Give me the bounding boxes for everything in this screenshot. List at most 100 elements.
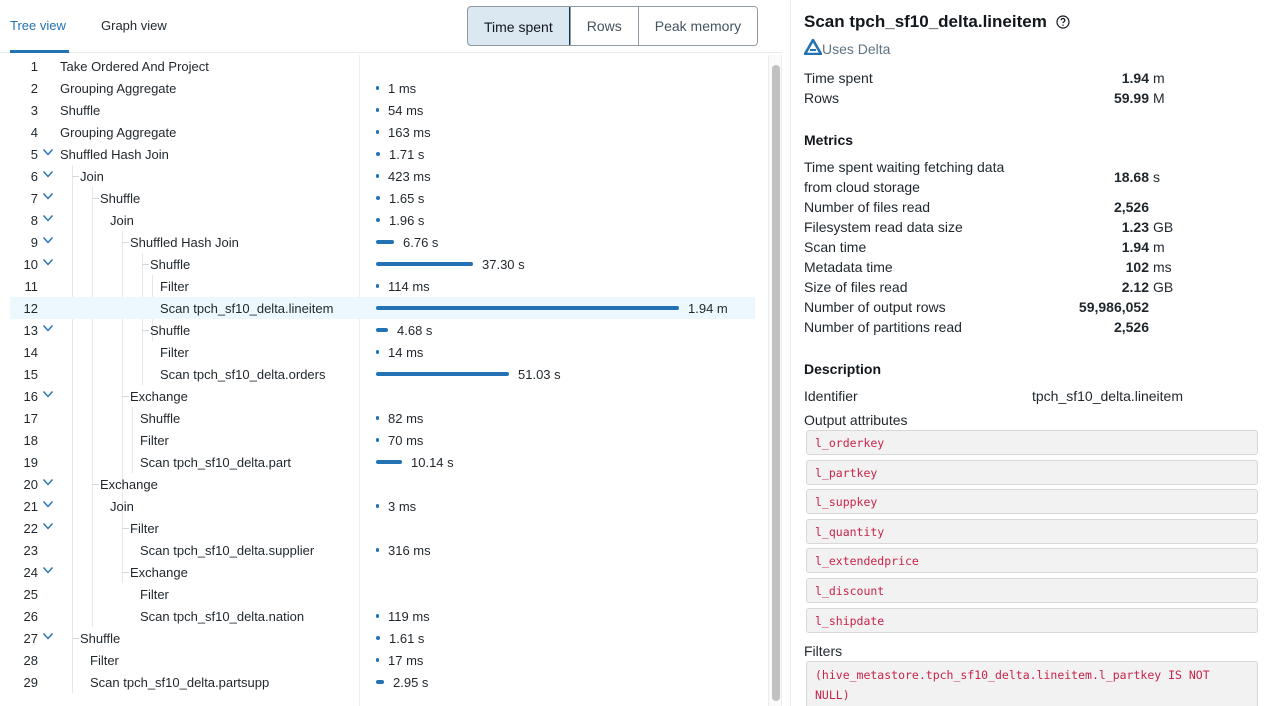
- tree-connector: [72, 176, 79, 177]
- output-attribute: l_quantity: [806, 518, 1258, 544]
- time-bar: [376, 350, 379, 354]
- tree-row[interactable]: 4 Grouping Aggregate 163 ms: [10, 121, 755, 143]
- filters-value: (hive_metastore.tpch_sf10_delta.lineitem…: [806, 661, 1258, 706]
- time-bar: [376, 284, 379, 288]
- node-label: Filter: [90, 653, 119, 668]
- tree-row[interactable]: 7 Shuffle 1.65 s: [10, 187, 755, 209]
- chevron-down-icon[interactable]: [42, 322, 56, 336]
- tree-row[interactable]: 18 Filter 70 ms: [10, 429, 755, 451]
- node-label: Filter: [160, 279, 189, 294]
- chevron-down-icon[interactable]: [42, 564, 56, 578]
- tree-row[interactable]: 6 Join 423 ms: [10, 165, 755, 187]
- chevron-down-icon[interactable]: [42, 520, 56, 534]
- time-value: 51.03 s: [518, 367, 561, 382]
- row-number: 4: [30, 125, 38, 140]
- metric-value: 59,986,052: [1078, 299, 1149, 315]
- output-attribute: l_extendedprice: [806, 548, 1258, 574]
- tree-row[interactable]: 24 Exchange: [10, 561, 755, 583]
- metric-label: Metadata time: [804, 259, 893, 275]
- tree-row[interactable]: 5 Shuffled Hash Join 1.71 s: [10, 143, 755, 165]
- time-bar: [376, 636, 380, 640]
- time-value: 70 ms: [388, 433, 424, 448]
- chevron-down-icon[interactable]: [42, 212, 56, 226]
- node-label: Shuffle: [150, 257, 191, 272]
- tree-row[interactable]: 19 Scan tpch_sf10_delta.part 10.14 s: [10, 451, 755, 473]
- detail-panel: Scan tpch_sf10_delta.lineitem Uses Delta…: [790, 0, 1270, 706]
- tree-row[interactable]: 21 Join 3 ms: [10, 495, 755, 517]
- chevron-down-icon[interactable]: [42, 476, 56, 490]
- node-label: Shuffle: [60, 103, 101, 118]
- node-label: Scan tpch_sf10_delta.supplier: [140, 543, 315, 558]
- view-tabs: Tree view Graph view Time spent Rows Pea…: [0, 0, 782, 53]
- scrollbar-thumb[interactable]: [772, 65, 780, 701]
- chevron-down-icon[interactable]: [42, 256, 56, 270]
- tree-row[interactable]: 17 Shuffle 82 ms: [10, 407, 755, 429]
- time-value: 316 ms: [388, 543, 431, 558]
- time-spent-toggle[interactable]: Time spent: [468, 7, 570, 45]
- rows-toggle[interactable]: Rows: [569, 7, 638, 45]
- tree-row[interactable]: 11 Filter 114 ms: [10, 275, 755, 297]
- metric-row: Metadata time 102 ms: [804, 257, 1194, 277]
- tree-row[interactable]: 14 Filter 14 ms: [10, 341, 755, 363]
- tree-connector: [122, 396, 129, 397]
- chevron-down-icon[interactable]: [42, 388, 56, 402]
- tree-row[interactable]: 9 Shuffled Hash Join 6.76 s: [10, 231, 755, 253]
- tree-row[interactable]: 28 Filter 17 ms: [10, 649, 755, 671]
- tree-row[interactable]: 27 Shuffle 1.61 s: [10, 627, 755, 649]
- time-bar: [376, 218, 380, 222]
- metric-row: Scan time 1.94 m: [804, 237, 1194, 257]
- tree-row[interactable]: 29 Scan tpch_sf10_delta.partsupp 2.95 s: [10, 671, 755, 693]
- tree-row[interactable]: 26 Scan tpch_sf10_delta.nation 119 ms: [10, 605, 755, 627]
- metric-label: Number of files read: [804, 199, 931, 215]
- tree-row[interactable]: 2 Grouping Aggregate 1 ms: [10, 77, 755, 99]
- metric-value: 18.68: [1113, 169, 1149, 185]
- output-attribute: l_discount: [806, 578, 1258, 603]
- peak-memory-toggle[interactable]: Peak memory: [637, 7, 758, 45]
- tree-row[interactable]: 12 Scan tpch_sf10_delta.lineitem 1.94 m: [10, 297, 755, 319]
- tab-tree-view[interactable]: Tree view: [10, 18, 66, 33]
- node-label: Grouping Aggregate: [60, 81, 177, 96]
- chevron-down-icon[interactable]: [42, 630, 56, 644]
- tree-connector: [122, 572, 129, 573]
- tab-graph-view[interactable]: Graph view: [101, 18, 167, 33]
- tree-row[interactable]: 15 Scan tpch_sf10_delta.orders 51.03 s: [10, 363, 755, 385]
- output-attribute: l_suppkey: [806, 489, 1258, 515]
- metric-value: 59.99: [1113, 90, 1149, 106]
- node-label: Filter: [140, 587, 169, 602]
- tree-row[interactable]: 10 Shuffle 37.30 s: [10, 253, 755, 275]
- row-number: 11: [24, 279, 39, 294]
- chevron-down-icon[interactable]: [42, 168, 56, 182]
- node-label: Filter: [160, 345, 189, 360]
- tree-row[interactable]: 3 Shuffle 54 ms: [10, 99, 755, 121]
- chevron-down-icon[interactable]: [42, 190, 56, 204]
- tree-row[interactable]: 1 Take Ordered And Project: [10, 55, 755, 77]
- node-label: Join: [110, 499, 134, 514]
- row-number: 3: [30, 103, 38, 118]
- tree-connector: [122, 528, 129, 529]
- tree-row[interactable]: 8 Join 1.96 s: [10, 209, 755, 231]
- metric-row: Time spent waiting fetching data from cl…: [804, 157, 1194, 197]
- chevron-down-icon[interactable]: [42, 498, 56, 512]
- chevron-down-icon[interactable]: [42, 146, 56, 160]
- metric-row: Size of files read 2.12 GB: [804, 277, 1194, 297]
- node-label: Join: [80, 169, 104, 184]
- tree-scrollbar[interactable]: [768, 55, 782, 706]
- tree-row[interactable]: 16 Exchange: [10, 385, 755, 407]
- tree-row[interactable]: 23 Scan tpch_sf10_delta.supplier 316 ms: [10, 539, 755, 561]
- tree-row[interactable]: 25 Filter: [10, 583, 755, 605]
- metric-row: Number of partitions read 2,526: [804, 317, 1194, 337]
- metric-unit: ms: [1153, 259, 1172, 275]
- help-icon[interactable]: [1055, 14, 1070, 34]
- time-value: 1.71 s: [389, 147, 425, 162]
- tree-row[interactable]: 20 Exchange: [10, 473, 755, 495]
- identifier-label: Identifier: [804, 388, 858, 404]
- metric-label: Time spent: [804, 70, 873, 86]
- output-attribute: l_orderkey: [806, 430, 1258, 455]
- time-bar: [376, 306, 679, 310]
- time-value: 14 ms: [388, 345, 424, 360]
- tree-row[interactable]: 13 Shuffle 4.68 s: [10, 319, 755, 341]
- time-value: 1.61 s: [389, 631, 425, 646]
- tree-row[interactable]: 22 Filter: [10, 517, 755, 539]
- uses-delta-label: Uses Delta: [822, 40, 891, 57]
- chevron-down-icon[interactable]: [42, 234, 56, 248]
